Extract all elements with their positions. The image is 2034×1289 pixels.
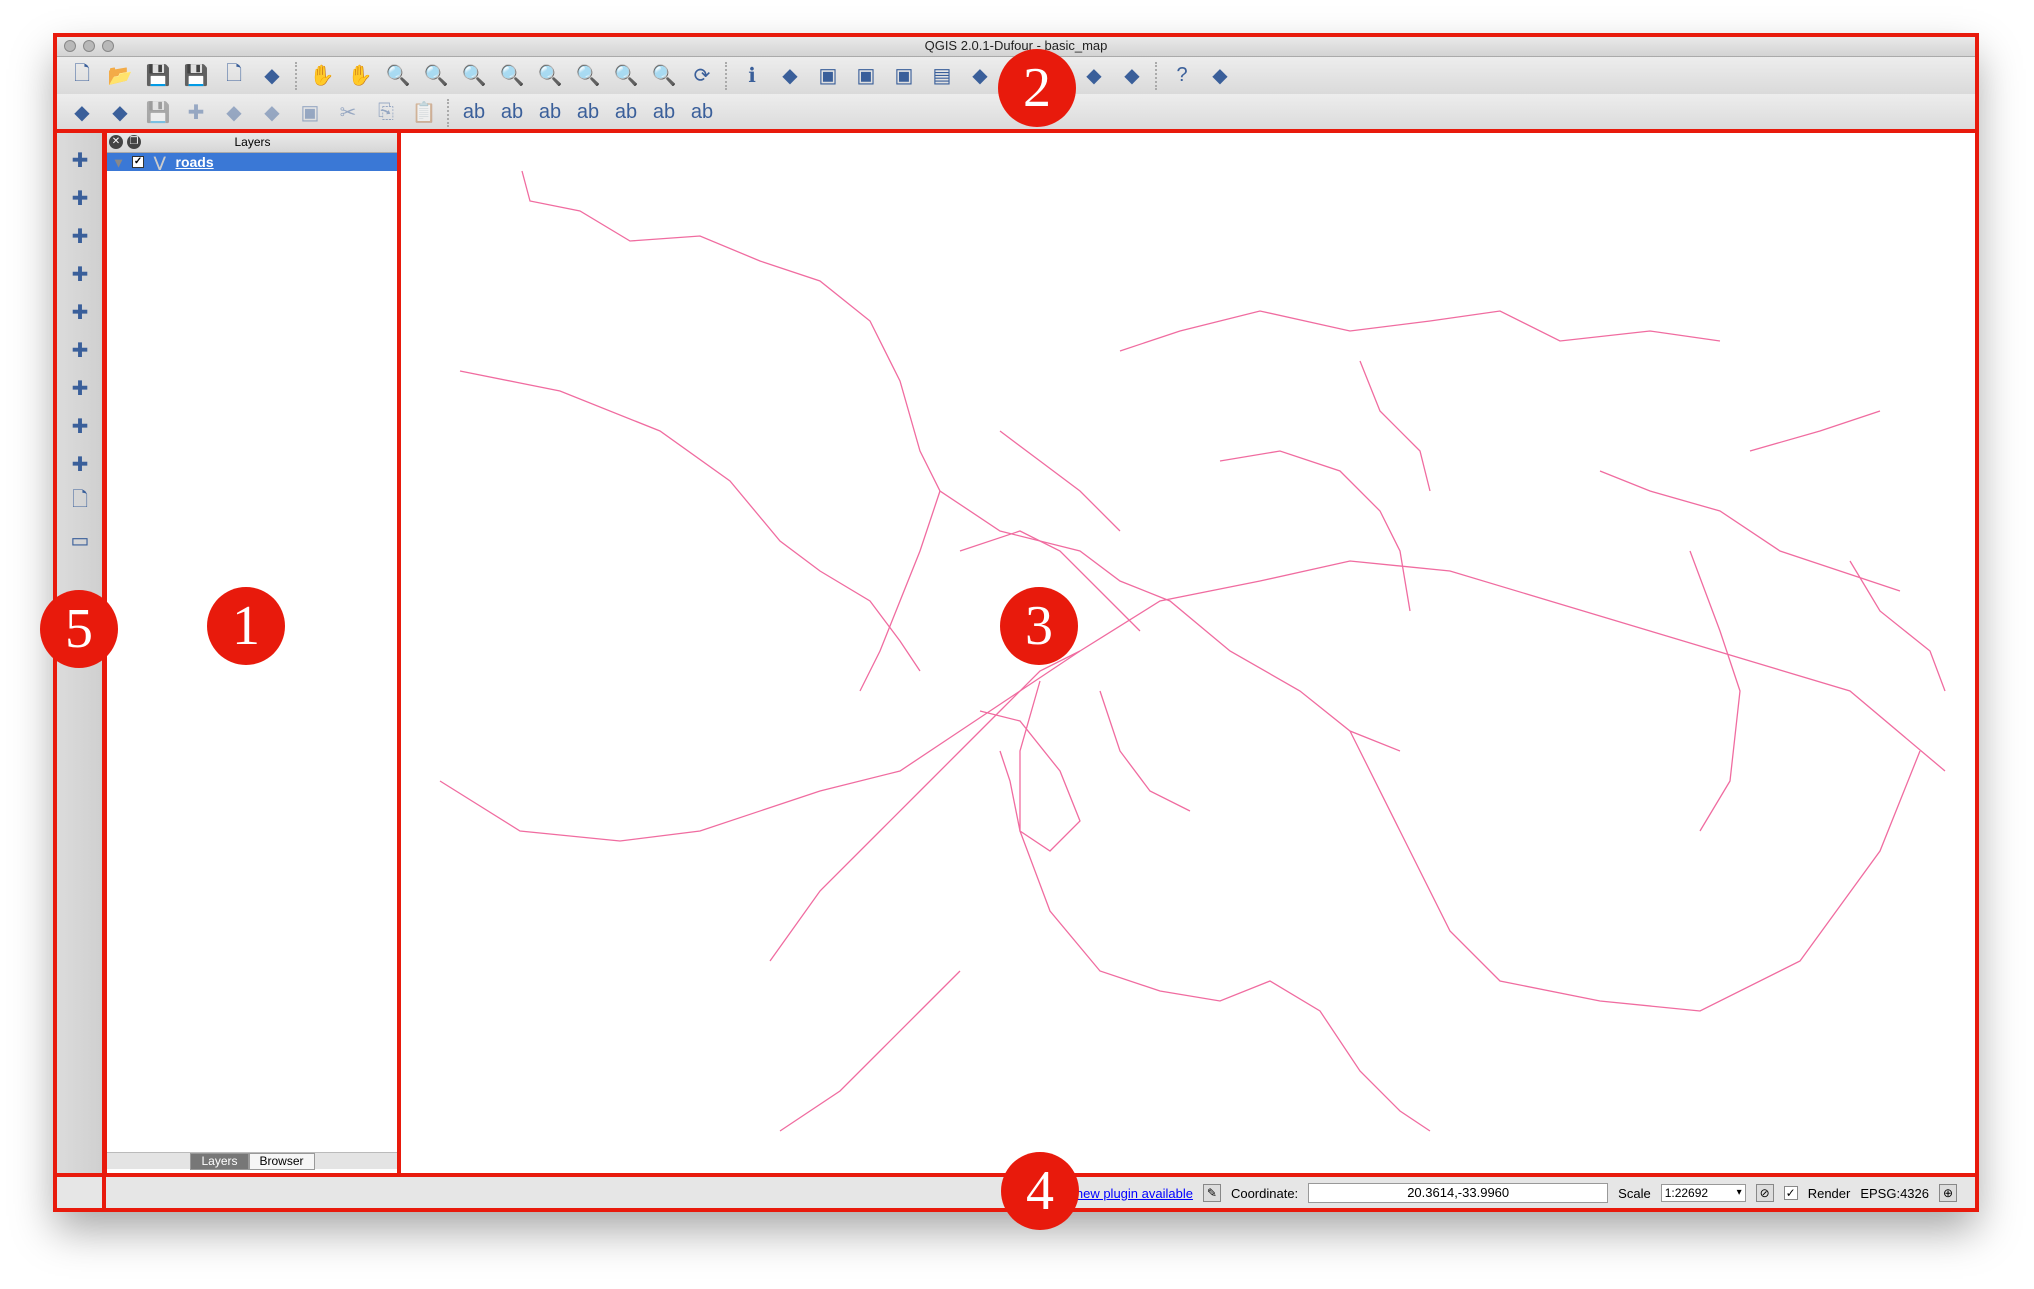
close-panel-icon[interactable]: ✕ [109,135,123,149]
render-checkbox[interactable]: ✓ [1783,1186,1798,1200]
pan-to-selection-icon[interactable]: ✋ [345,61,375,91]
zoom-full-icon[interactable]: 🔍 [497,61,527,91]
refresh-icon[interactable]: ⟳ [687,61,717,91]
messages-icon[interactable]: ✎ [1202,1184,1221,1202]
stop-render-icon[interactable]: ⊘ [1755,1184,1774,1202]
new-print-composer-icon[interactable]: 🗋 [219,61,249,91]
save-edits-icon[interactable]: 💾 [143,98,173,128]
add-feature-icon[interactable]: ✚ [181,98,211,128]
add-vector-layer-icon[interactable]: ✚ [65,145,95,175]
layers-panel-header: ✕ ❐ Layers [105,131,400,153]
composer-manager-icon[interactable]: ◆ [257,61,287,91]
annotation-2: 2 [998,49,1076,127]
zoom-to-selection-icon[interactable]: 🔍 [535,61,565,91]
zoom-window-button[interactable] [102,40,114,52]
show-bookmarks-icon[interactable]: ◆ [1079,61,1109,91]
expand-arrow-icon[interactable]: ▾ [115,154,122,171]
label-properties-icon[interactable]: ab [687,98,717,128]
select-features-icon[interactable]: ▣ [813,61,843,91]
zoom-next-icon[interactable]: 🔍 [649,61,679,91]
pin-label-icon[interactable]: ab [497,98,527,128]
coordinate-field[interactable]: 20.3614,-33.9960 [1308,1183,1609,1203]
minimize-window-button[interactable] [83,40,95,52]
copy-features-icon[interactable]: ⎘ [371,98,401,128]
roads-layer-render [439,170,1946,1132]
scale-label: Scale [1618,1185,1651,1201]
node-tool-icon[interactable]: ◆ [257,98,287,128]
scale-combobox[interactable]: 1:22692 [1660,1184,1746,1202]
add-raster-layer-icon[interactable]: ✚ [65,183,95,213]
annotation-4: 4 [1001,1152,1079,1230]
layer-name: roads [175,154,214,170]
panel-tabs: Layers Browser [105,1152,400,1170]
add-wms-layer-icon[interactable]: ✚ [65,335,95,365]
zoom-to-layer-icon[interactable]: 🔍 [573,61,603,91]
measure-icon[interactable]: ◆ [775,61,805,91]
add-delimited-text-icon[interactable]: ✚ [65,449,95,479]
panel-title: Layers [234,135,271,149]
layer-item-roads[interactable]: ▾ ✓ ⋁ roads [105,153,400,171]
annotation-1: 1 [207,587,285,665]
save-as-icon[interactable]: 💾 [181,61,211,91]
change-label-icon[interactable]: ab [649,98,679,128]
cut-features-icon[interactable]: ✂ [333,98,363,128]
layer-visibility-checkbox[interactable]: ✓ [132,156,145,168]
delete-selected-icon[interactable]: ▣ [295,98,325,128]
toolbar-separator [447,98,451,127]
annotation-3: 3 [1000,587,1078,665]
toolbar-separator [295,61,299,90]
window-title: QGIS 2.0.1-Dufour - basic_map [924,38,1108,53]
text-annotation-icon[interactable]: ◆ [1117,61,1147,91]
show-hide-labels-icon[interactable]: ab [573,98,603,128]
attribute-table-icon[interactable]: ▤ [927,61,957,91]
tab-layers[interactable]: Layers [190,1152,249,1170]
coordinate-label: Coordinate: [1230,1185,1299,1201]
remove-layer-icon[interactable]: ▭ [65,525,95,555]
new-shapefile-icon[interactable]: 🗋 [65,487,95,517]
label-icon[interactable]: ab [459,98,489,128]
tab-browser[interactable]: Browser [248,1152,315,1170]
expression-select-icon[interactable]: ▣ [889,61,919,91]
pan-icon[interactable]: ✋ [307,61,337,91]
toggle-editing-icon[interactable]: ◆ [67,98,97,128]
zoom-last-icon[interactable]: 🔍 [611,61,641,91]
add-mssql-layer-icon[interactable]: ✚ [65,297,95,327]
plugin-available-link[interactable]: new plugin available [1076,1186,1193,1201]
rotate-label-icon[interactable]: ab [611,98,641,128]
statistics-icon[interactable]: ◆ [965,61,995,91]
zoom-native-icon[interactable]: 🔍 [459,61,489,91]
line-layer-icon: ⋁ [154,153,166,170]
help-icon[interactable]: ? [1167,61,1197,91]
render-label: Render [1807,1185,1851,1201]
add-wfs-layer-icon[interactable]: ✚ [65,411,95,441]
zoom-out-icon[interactable]: 🔍 [421,61,451,91]
toolbar-separator [1155,61,1159,90]
move-feature-icon[interactable]: ◆ [219,98,249,128]
paste-features-icon[interactable]: 📋 [409,98,439,128]
add-postgis-layer-icon[interactable]: ✚ [65,221,95,251]
zoom-in-icon[interactable]: 🔍 [383,61,413,91]
move-label-icon[interactable]: ab [535,98,565,128]
close-window-button[interactable] [64,40,76,52]
save-project-icon[interactable]: 💾 [143,61,173,91]
current-edits-icon[interactable]: ◆ [105,98,135,128]
crs-label[interactable]: EPSG:4326 [1860,1186,1929,1201]
open-project-icon[interactable]: 📂 [105,61,135,91]
whats-this-icon[interactable]: ◆ [1205,61,1235,91]
new-project-icon[interactable]: 🗋 [67,61,97,91]
toolbar-separator [725,61,729,90]
add-spatialite-layer-icon[interactable]: ✚ [65,259,95,289]
map-canvas[interactable] [400,131,1977,1175]
identify-icon[interactable]: ℹ [737,61,767,91]
annotation-5: 5 [40,590,118,668]
crs-status-icon[interactable]: ⊕ [1939,1184,1957,1202]
float-panel-icon[interactable]: ❐ [127,135,141,149]
deselect-icon[interactable]: ▣ [851,61,881,91]
add-wcs-layer-icon[interactable]: ✚ [65,373,95,403]
